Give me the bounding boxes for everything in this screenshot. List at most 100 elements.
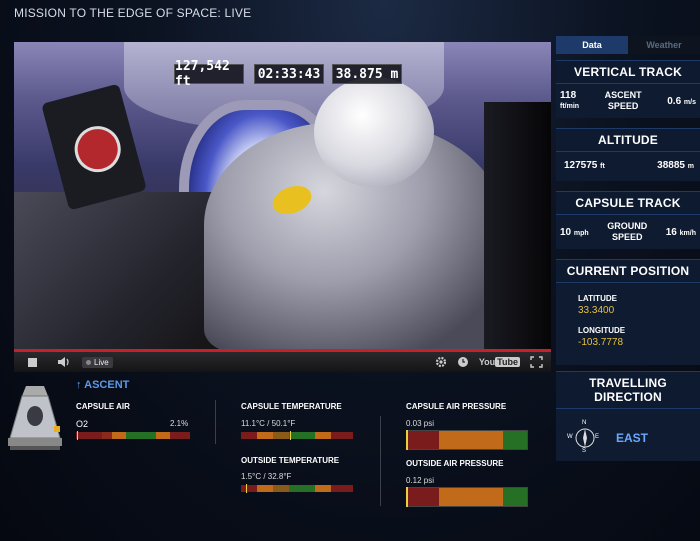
current-position-card: CURRENT POSITION LATITUDE 33.3400 LONGIT… — [556, 259, 700, 365]
ascent-rate: 118 ft/min — [560, 90, 579, 112]
altitude-ft-value: 127575 — [564, 160, 598, 171]
ground-speed-mph-value: 10 — [560, 226, 572, 238]
phase-indicator: ↑ ASCENT — [76, 379, 129, 391]
capsule-wall — [484, 102, 551, 349]
hud-elapsed-time: 02:33:43 — [254, 64, 324, 84]
capsule-temp-value: 11.1°C / 50.1°F — [241, 419, 296, 428]
ground-speed-label: GROUND SPEED — [607, 221, 647, 243]
longitude-label: LONGITUDE — [578, 326, 626, 335]
tab-data[interactable]: Data — [556, 36, 628, 54]
capsule-pressure-label: CAPSULE AIR PRESSURE — [406, 402, 507, 411]
o2-gauge — [76, 432, 190, 439]
capsule-temp-marker — [290, 431, 291, 440]
ground-speed-label-2: SPEED — [611, 232, 643, 242]
capsule-track-card: CAPSULE TRACK 10 mph GROUND SPEED 16 km/… — [556, 191, 700, 249]
telemetry-sidebar: Data Weather VERTICAL TRACK 118 ft/min A… — [556, 36, 700, 461]
capsule-pressure-gauge — [406, 430, 528, 450]
fullscreen-button[interactable] — [530, 353, 543, 371]
outside-temp-label: OUTSIDE TEMPERATURE — [241, 456, 340, 465]
outside-temp-value: 1.5°C / 32.8°F — [241, 472, 292, 481]
ground-speed-mph-unit: mph — [573, 229, 589, 237]
player-controls: Live You Tube — [14, 349, 551, 372]
ground-speed-kmh-value: 16 — [665, 226, 677, 238]
capsule-status-panel: ↑ ASCENT CAPSULE AIR O2 2.1% CAPSULE TEM… — [0, 376, 556, 541]
o2-value: 2.1% — [170, 419, 189, 428]
ground-speed-kmh: 16 km/h — [666, 227, 696, 238]
ascent-speed: 0.6 m/s — [667, 96, 696, 107]
ascent-rate-unit: ft/min — [560, 103, 580, 110]
live-dot-icon — [86, 359, 91, 365]
divider — [380, 416, 381, 506]
divider — [215, 400, 216, 444]
capsule-icon — [8, 386, 62, 450]
travel-direction-card: TRAVELLING DIRECTION N S E W EAST — [556, 371, 700, 461]
o2-label: O2 — [76, 419, 89, 429]
altitude-title: ALTITUDE — [556, 128, 700, 152]
vertical-track-title: VERTICAL TRACK — [556, 60, 700, 84]
tab-weather[interactable]: Weather — [628, 36, 700, 54]
speaker-icon — [58, 357, 69, 367]
stop-button[interactable] — [24, 353, 40, 371]
current-position-title: CURRENT POSITION — [556, 259, 700, 283]
clock-icon — [457, 357, 468, 367]
altitude-m-unit: m — [687, 163, 694, 170]
compass-e: E — [595, 434, 600, 440]
travel-direction-title: TRAVELLING DIRECTION — [556, 371, 700, 409]
altitude-ft: 127575 ft — [564, 160, 605, 171]
settings-button[interactable] — [435, 353, 447, 371]
ascent-rate-value: 118 — [560, 90, 577, 101]
sidebar-tabs: Data Weather — [556, 36, 700, 54]
outside-temp-marker — [246, 484, 247, 493]
capsule-track-title: CAPSULE TRACK — [556, 191, 700, 215]
capsule-temp-label: CAPSULE TEMPERATURE — [241, 402, 342, 411]
gear-icon — [435, 356, 446, 368]
ascent-speed-value: 0.6 — [667, 95, 682, 107]
page-title: MISSION TO THE EDGE OF SPACE: LIVE — [14, 6, 252, 20]
outside-pressure-gauge — [406, 487, 528, 507]
outside-pressure-label: OUTSIDE AIR PRESSURE — [406, 459, 504, 468]
live-badge: Live — [82, 356, 113, 368]
capsule-temp-gauge — [241, 432, 353, 439]
youtube-tube: Tube — [495, 357, 520, 367]
youtube-you: You — [478, 357, 496, 367]
altitude-m: 38885 m — [657, 160, 694, 171]
hud-altitude-ft: 127,542 ft — [174, 59, 244, 89]
compass-w: W — [567, 434, 573, 440]
o2-gauge-marker — [77, 431, 78, 440]
ground-speed-mph: 10 mph — [560, 227, 589, 238]
youtube-logo-button[interactable]: You Tube — [479, 353, 520, 371]
capsule-air-label: CAPSULE AIR — [76, 402, 130, 411]
fullscreen-icon — [530, 356, 543, 368]
phase-label: ASCENT — [84, 379, 130, 391]
outside-pressure-marker — [406, 487, 408, 507]
live-label: Live — [94, 357, 109, 367]
latitude-label: LATITUDE — [578, 294, 617, 303]
altitude-ft-unit: ft — [600, 163, 605, 170]
watch-later-button[interactable] — [457, 353, 469, 371]
latitude-value: 33.3400 — [578, 305, 615, 316]
stop-icon — [27, 357, 37, 367]
astronaut-helmet — [314, 77, 434, 187]
vertical-track-card: VERTICAL TRACK 118 ft/min ASCENT SPEED 0… — [556, 60, 700, 118]
ground-speed-label-1: GROUND — [607, 221, 648, 231]
outside-temp-gauge — [241, 485, 353, 492]
altitude-card: ALTITUDE 127575 ft 38885 m — [556, 128, 700, 181]
compass-icon: N S E W — [567, 420, 600, 454]
video-frame[interactable]: 127,542 ft 02:33:43 38.875 m — [14, 42, 551, 349]
arrow-up-icon: ↑ — [76, 379, 82, 391]
volume-button[interactable] — [56, 353, 72, 371]
ascent-speed-label: ASCENT SPEED — [605, 90, 642, 112]
outside-pressure-value: 0.12 psi — [406, 476, 435, 485]
ascent-speed-label-1: ASCENT — [604, 90, 642, 100]
longitude-value: -103.7778 — [578, 337, 624, 348]
ground-speed-kmh-unit: km/h — [679, 229, 696, 237]
capsule-pressure-value: 0.03 psi — [406, 419, 435, 428]
altitude-m-value: 38885 — [657, 160, 685, 171]
hud-altitude-m: 38.875 m — [332, 64, 402, 84]
video-player[interactable]: 127,542 ft 02:33:43 38.875 m Live You Tu… — [14, 42, 551, 372]
compass-s: S — [582, 448, 587, 454]
travel-direction-value: EAST — [616, 431, 649, 445]
ascent-speed-unit: m/s — [683, 98, 696, 106]
capsule-pressure-marker — [406, 430, 408, 450]
compass-n: N — [582, 420, 587, 426]
